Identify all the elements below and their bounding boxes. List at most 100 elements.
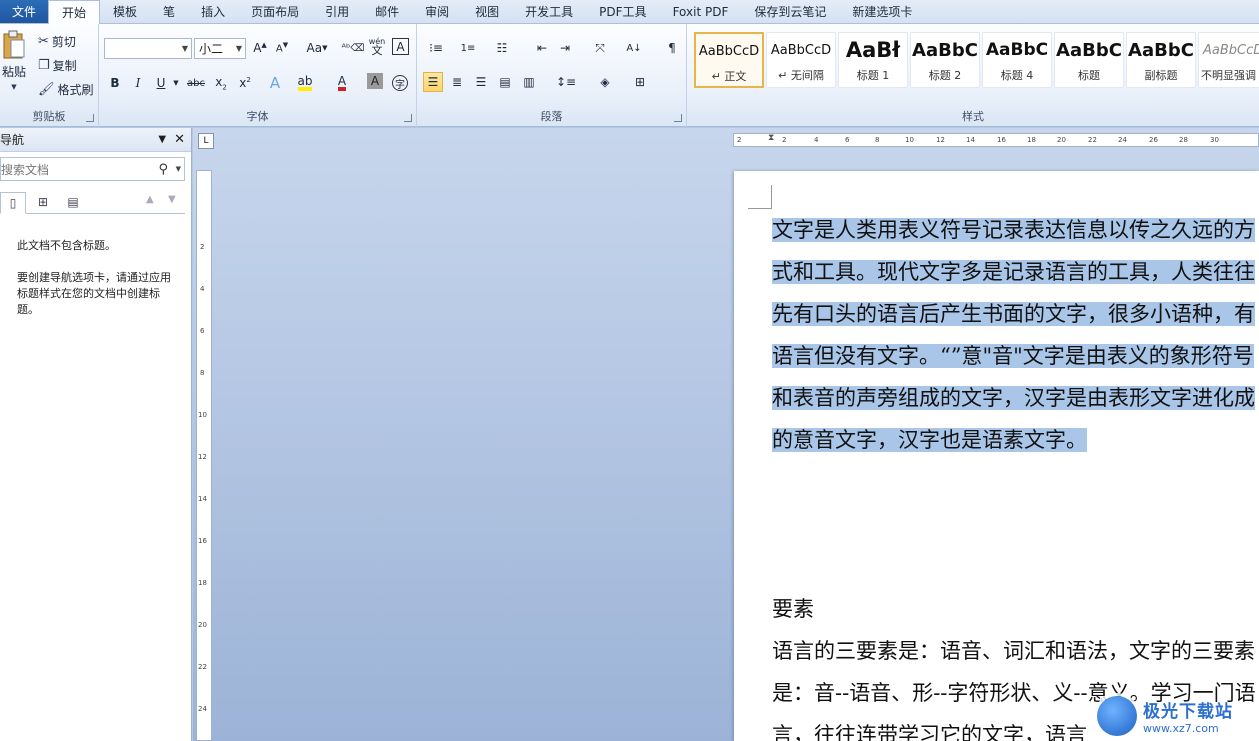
tab-save-cloud-note[interactable]: 保存到云笔记 bbox=[741, 0, 839, 23]
phonetic-guide-button[interactable]: wén 文 bbox=[367, 36, 387, 56]
body-paragraph-selected[interactable]: 文字是人类用表义符号记录表达信息以传之久远的方式和工具。现代文字多是记录语言的工… bbox=[772, 209, 1259, 461]
subscript-button[interactable]: x2 bbox=[211, 73, 231, 93]
chevron-down-icon[interactable]: ▼ bbox=[176, 165, 181, 173]
bold-button[interactable]: B bbox=[105, 73, 125, 93]
vertical-ruler[interactable]: 2 4 6 8 10 12 14 16 18 20 22 24 bbox=[196, 170, 212, 741]
tab-insert[interactable]: 插入 bbox=[188, 0, 238, 23]
text-effects-button[interactable]: A bbox=[265, 73, 285, 93]
copy-button[interactable]: ❐ 复制 bbox=[38, 57, 77, 74]
style-sample: AaBbC bbox=[912, 39, 978, 61]
underline-button[interactable]: U bbox=[151, 73, 171, 93]
tab-file[interactable]: 文件 bbox=[0, 0, 49, 23]
line-spacing-icon: ↕≡ bbox=[555, 75, 577, 89]
tab-pen[interactable]: 笔 bbox=[150, 0, 188, 23]
style-no-spacing[interactable]: AaBbCcD ↵ 无间隔 bbox=[766, 32, 836, 88]
numbering-button[interactable]: 1≡ bbox=[455, 38, 481, 58]
grow-font-button[interactable]: A▲ bbox=[250, 38, 270, 58]
previous-heading-icon[interactable]: ▲ bbox=[146, 194, 154, 205]
highlight-button[interactable]: ab bbox=[295, 73, 315, 93]
tab-stop-selector[interactable]: L bbox=[198, 133, 214, 149]
tab-new[interactable]: 新建选项卡 bbox=[839, 0, 925, 23]
heading-paragraph[interactable]: 要素 bbox=[772, 588, 1259, 630]
selected-text[interactable]: 文字是人类用表义符号记录表达信息以传之久远的方式和工具。现代文字多是记录语言的工… bbox=[772, 218, 1255, 452]
style-name: ↵ 正文 bbox=[711, 70, 747, 83]
underline-dropdown[interactable]: ▼ bbox=[171, 73, 181, 93]
tab-pdf-tools[interactable]: PDF工具 bbox=[586, 0, 659, 23]
chinese-layout-icon: ⤧ bbox=[595, 40, 605, 55]
align-left-button[interactable]: ☰ bbox=[423, 72, 443, 92]
strikethrough-button[interactable]: abc bbox=[186, 73, 206, 93]
dropdown-arrow-icon[interactable]: ▼ bbox=[158, 134, 166, 145]
paste-label: 粘贴 bbox=[1, 65, 26, 79]
styles-group: AaBbCcD ↵ 正文 AaBbCcD ↵ 无间隔 AaBł 标题 1 AaB… bbox=[687, 24, 1259, 127]
style-heading-1[interactable]: AaBł 标题 1 bbox=[838, 32, 908, 88]
chinese-layout-button[interactable]: ⤧ bbox=[587, 38, 613, 58]
enclose-characters-button[interactable]: 字 bbox=[390, 73, 410, 93]
shading-button[interactable]: ◈ bbox=[591, 72, 619, 92]
search-document-input[interactable]: 搜索文档 ⚲ ▼ bbox=[0, 157, 185, 181]
borders-button[interactable]: ⊞ bbox=[627, 72, 653, 92]
font-color-button[interactable]: A bbox=[332, 73, 352, 93]
clear-format-button[interactable]: ᴬᵇ⌫ bbox=[342, 38, 365, 58]
decrease-indent-button[interactable]: ⇤ bbox=[532, 38, 552, 58]
chevron-down-icon: ▼ bbox=[181, 44, 188, 53]
align-right-button[interactable]: ☰ bbox=[471, 72, 491, 92]
highlighter-icon: ab bbox=[297, 75, 313, 91]
show-marks-button[interactable]: ¶ bbox=[662, 38, 682, 58]
next-heading-icon[interactable]: ▼ bbox=[168, 194, 176, 205]
ruler-tick: 20 bbox=[1057, 136, 1066, 144]
tab-page-layout[interactable]: 页面布局 bbox=[238, 0, 312, 23]
bullets-button[interactable]: ⁝≡ bbox=[423, 38, 449, 58]
tab-view[interactable]: 视图 bbox=[462, 0, 512, 23]
style-subtitle[interactable]: AaBbC 副标题 bbox=[1126, 32, 1196, 88]
format-painter-button[interactable]: 🖌 格式刷 bbox=[38, 81, 94, 98]
increase-indent-icon: ⇥ bbox=[559, 41, 571, 55]
ruler-tick: 16 bbox=[997, 136, 1006, 144]
distributed-button[interactable]: ▥ bbox=[519, 72, 539, 92]
sort-button[interactable]: A↓ bbox=[624, 38, 644, 58]
style-sample: AaBł bbox=[845, 38, 901, 62]
document-icon: ▯ bbox=[9, 196, 17, 210]
style-normal[interactable]: AaBbCcD ↵ 正文 bbox=[694, 32, 764, 88]
dialog-launcher-icon[interactable] bbox=[404, 114, 412, 122]
superscript-button[interactable]: x2 bbox=[235, 73, 255, 93]
font-size-dropdown[interactable]: 小二 ▼ bbox=[194, 38, 246, 59]
cut-button[interactable]: ✂ 剪切 bbox=[38, 33, 76, 50]
tab-developer[interactable]: 开发工具 bbox=[512, 0, 586, 23]
increase-indent-button[interactable]: ⇥ bbox=[555, 38, 575, 58]
justify-button[interactable]: ▤ bbox=[495, 72, 515, 92]
tab-results[interactable]: ▤ bbox=[60, 191, 86, 213]
tab-pages[interactable]: ⊞ bbox=[30, 191, 56, 213]
document-page[interactable]: 文字是人类用表义符号记录表达信息以传之久远的方式和工具。现代文字多是记录语言的工… bbox=[734, 171, 1259, 741]
tab-mailings[interactable]: 邮件 bbox=[362, 0, 412, 23]
style-sample: AaBbCcD bbox=[1203, 42, 1259, 58]
tab-template[interactable]: 模板 bbox=[100, 0, 150, 23]
tab-home[interactable]: 开始 bbox=[48, 0, 101, 24]
dialog-launcher-icon[interactable] bbox=[674, 114, 682, 122]
close-icon[interactable]: ✕ bbox=[174, 132, 185, 147]
dialog-launcher-icon[interactable] bbox=[86, 114, 94, 122]
italic-button[interactable]: I bbox=[128, 73, 148, 93]
ruler-tick: 26 bbox=[1149, 136, 1158, 144]
style-subtle-emphasis[interactable]: AaBbCcD 不明显强调 bbox=[1198, 32, 1259, 88]
search-icon[interactable]: ⚲ bbox=[158, 162, 168, 177]
font-name-dropdown[interactable]: ▼ bbox=[104, 38, 192, 59]
paste-button[interactable]: 粘贴 ▼ bbox=[0, 30, 28, 91]
style-heading-2[interactable]: AaBbC 标题 2 bbox=[910, 32, 980, 88]
tab-references[interactable]: 引用 bbox=[312, 0, 362, 23]
tab-foxit-pdf[interactable]: Foxit PDF bbox=[660, 0, 742, 23]
align-center-button[interactable]: ≣ bbox=[447, 72, 467, 92]
indent-marker-icon[interactable]: ⧗ bbox=[768, 133, 774, 143]
multilevel-list-button[interactable]: ☷ bbox=[489, 38, 515, 58]
style-heading-4[interactable]: AaBbC 标题 4 bbox=[982, 32, 1052, 88]
tab-headings[interactable]: ▯ bbox=[0, 192, 26, 214]
horizontal-ruler[interactable]: 2 ⧗ 2 4 6 8 10 12 14 16 18 20 22 24 26 2… bbox=[733, 133, 1259, 147]
line-spacing-button[interactable]: ↕≡ bbox=[553, 72, 579, 92]
style-title[interactable]: AaBbC 标题 bbox=[1054, 32, 1124, 88]
character-shading-button[interactable]: A bbox=[367, 73, 383, 89]
character-border-button[interactable]: A bbox=[392, 38, 409, 55]
shrink-font-button[interactable]: A▼ bbox=[272, 38, 292, 58]
change-case-button[interactable]: Aa ▼ bbox=[303, 38, 331, 58]
tab-review[interactable]: 审阅 bbox=[412, 0, 462, 23]
watermark-title: 极光下载站 bbox=[1143, 701, 1233, 722]
